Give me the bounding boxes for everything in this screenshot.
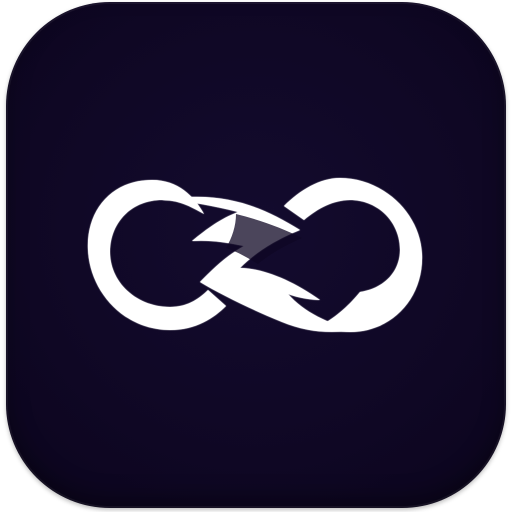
app-icon-canvas: [0, 0, 512, 512]
app-icon[interactable]: [6, 2, 506, 508]
